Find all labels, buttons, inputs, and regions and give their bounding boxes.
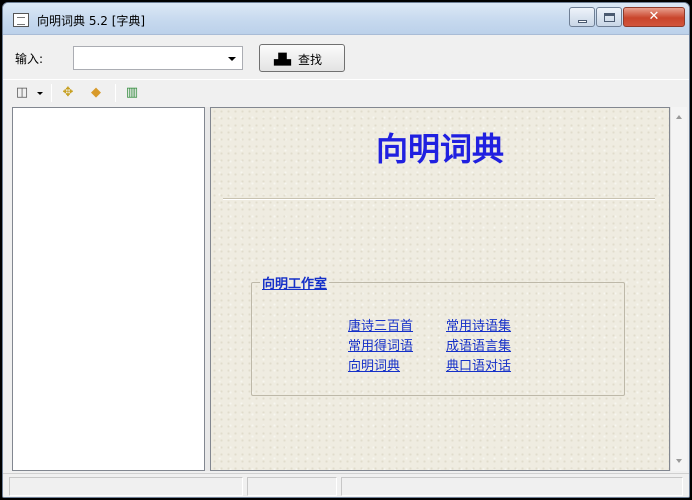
- window-title: 向明词典 5.2 [字典]: [37, 14, 146, 28]
- input-label: 输入:: [15, 52, 44, 66]
- word-input-combo[interactable]: [73, 46, 243, 70]
- link-tang-poems[interactable]: 唐诗三百首: [348, 315, 413, 334]
- scroll-up-icon[interactable]: [676, 115, 682, 119]
- link-idiom-collection[interactable]: 成语语言集: [446, 335, 511, 354]
- link-xiangming-dict[interactable]: 向明词典: [348, 355, 400, 374]
- maximize-button[interactable]: [596, 7, 622, 27]
- close-icon: ✕: [648, 9, 660, 24]
- dictionary-title: 向明词典: [375, 130, 504, 168]
- status-bar: [3, 473, 689, 497]
- status-panel-3: [341, 477, 683, 496]
- eraser-icon[interactable]: ◆: [87, 84, 105, 102]
- toolbar-separator: [51, 84, 52, 102]
- dropdown-arrow-icon[interactable]: [37, 92, 43, 95]
- content-scrollbar[interactable]: [670, 107, 687, 471]
- search-button[interactable]: ▟▙ 查找: [259, 44, 345, 72]
- title-bar[interactable]: 向明词典 5.2 [字典] ✕: [3, 3, 689, 35]
- toolbar-separator: [115, 84, 116, 102]
- toolbar: ◫ ✥ ◆ ▥: [3, 79, 689, 105]
- status-panel-2: [247, 477, 337, 496]
- search-button-label: 查找: [298, 53, 323, 67]
- link-oral-dialogue[interactable]: 典口语对话: [446, 355, 511, 374]
- scroll-down-icon[interactable]: [676, 459, 682, 463]
- word-list-pane[interactable]: [12, 107, 205, 471]
- navigate-icon[interactable]: ✥: [59, 84, 77, 102]
- maximize-icon: [604, 13, 615, 22]
- status-panel-1: [9, 477, 243, 496]
- dictionary-app-icon[interactable]: [13, 13, 29, 27]
- dictionary-switch-icon[interactable]: ◫: [13, 84, 31, 102]
- input-bar: 输入: ▟▙ 查找: [3, 36, 689, 78]
- content-pane: 向明词典 向明工作室 唐诗三百首 常用得词语 向明词典 常用诗语集 成语语言集 …: [210, 107, 670, 471]
- close-button[interactable]: ✕: [623, 7, 685, 27]
- link-poetry-collection[interactable]: 常用诗语集: [446, 315, 511, 334]
- title-divider: [223, 198, 655, 200]
- minimize-button[interactable]: [569, 7, 595, 27]
- link-common-words[interactable]: 常用得词语: [348, 335, 413, 354]
- book-icon[interactable]: ▥: [123, 84, 141, 102]
- studio-group: 向明工作室 唐诗三百首 常用得词语 向明词典 常用诗语集 成语语言集 典口语对话: [251, 273, 625, 396]
- chevron-down-icon[interactable]: [228, 57, 236, 61]
- binoculars-icon: ▟▙: [274, 53, 291, 66]
- studio-group-title[interactable]: 向明工作室: [260, 273, 330, 292]
- minimize-icon: [578, 20, 587, 23]
- app-window: 向明词典 5.2 [字典] ✕ 输入: ▟▙ 查找 ◫ ✥ ◆ ▥ 向明词典 向…: [2, 2, 690, 498]
